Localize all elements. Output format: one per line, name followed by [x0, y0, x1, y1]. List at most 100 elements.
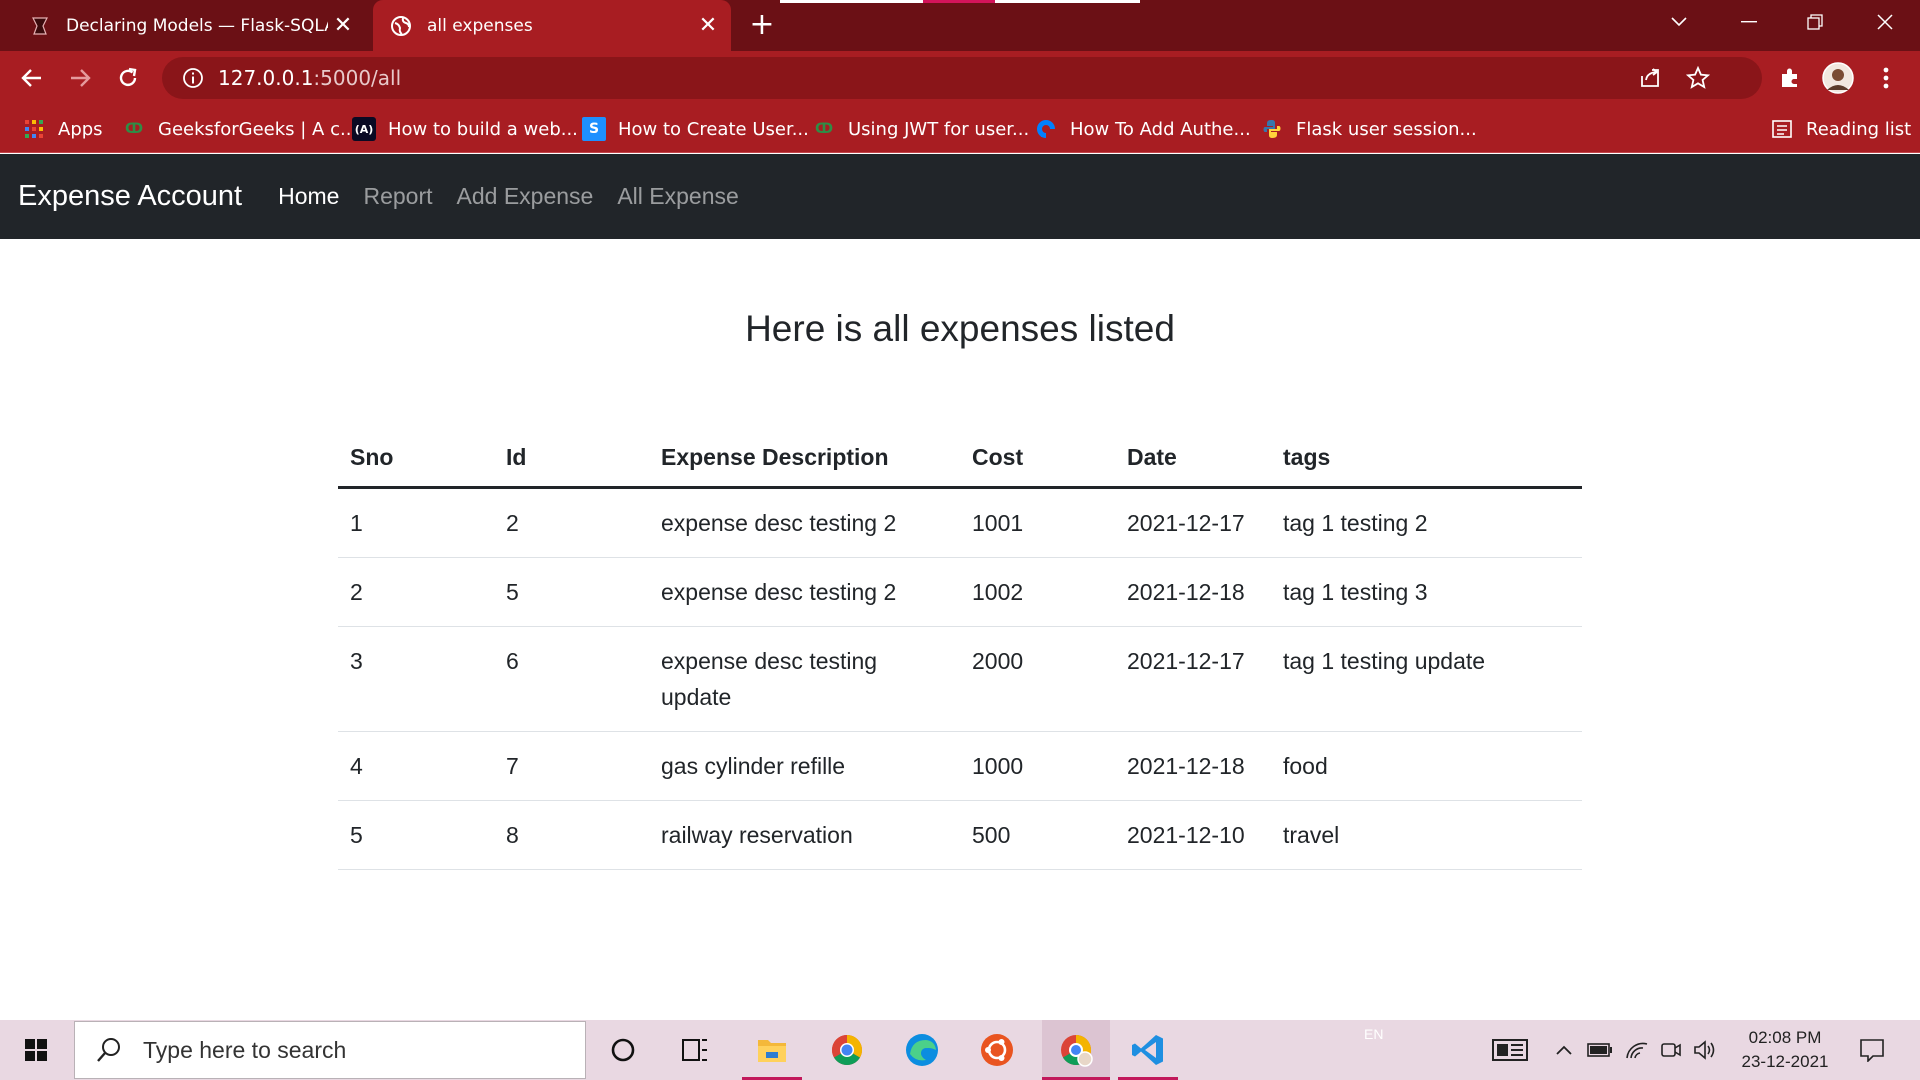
bookmark-geeksforgeeks[interactable]: ↀ GeeksforGeeks | A c...: [122, 105, 357, 153]
reading-list-icon: [1770, 117, 1794, 141]
share-icon[interactable]: [1638, 66, 1662, 94]
column-header-sno: Sno: [338, 430, 494, 489]
address-bar[interactable]: 127.0.0.1:5000/all: [162, 57, 1762, 99]
nav-link-home[interactable]: Home: [278, 183, 339, 210]
cell-id: 5: [494, 557, 649, 627]
cell-description: expense desc testing update: [649, 626, 960, 732]
volume-icon[interactable]: [1690, 1020, 1720, 1080]
reload-icon[interactable]: [109, 59, 147, 97]
browser-tab-active[interactable]: all expenses ✕: [373, 0, 731, 51]
site-info-icon[interactable]: [180, 65, 206, 91]
edge-icon[interactable]: [892, 1020, 952, 1080]
browser-tab-inactive[interactable]: Declaring Models — Flask-SQLAlchemy ✕: [0, 0, 366, 51]
cell-id: 2: [494, 487, 649, 558]
notification-center-icon[interactable]: [1852, 1020, 1892, 1080]
search-icon: [97, 1038, 120, 1062]
tab-title: all expenses: [427, 15, 533, 36]
browser-menu-icon[interactable]: [1867, 59, 1905, 97]
wifi-icon[interactable]: [1622, 1020, 1652, 1080]
bookmark-jwt[interactable]: ↀ Using JWT for user...: [812, 105, 1029, 153]
cell-tags: food: [1271, 731, 1582, 801]
navbar-brand[interactable]: Expense Account: [18, 180, 242, 213]
cell-description: expense desc testing 2: [649, 557, 960, 627]
bookmark-add-auth[interactable]: How To Add Authe...: [1034, 105, 1251, 153]
cell-cost: 500: [960, 800, 1115, 870]
bookmark-apps[interactable]: Apps: [22, 105, 103, 153]
cell-date: 2021-12-18: [1115, 731, 1271, 801]
task-view-icon[interactable]: [665, 1020, 725, 1080]
column-header-id: Id: [494, 430, 649, 489]
search-placeholder: Type here to search: [143, 1036, 347, 1063]
restore-icon[interactable]: [1787, 0, 1843, 44]
column-header-date: Date: [1115, 430, 1271, 489]
vscode-icon[interactable]: [1118, 1020, 1178, 1080]
close-tab-icon[interactable]: ✕: [328, 13, 358, 38]
cell-cost: 1000: [960, 731, 1115, 801]
cell-date: 2021-12-10: [1115, 800, 1271, 870]
column-header-tags: tags: [1271, 430, 1582, 489]
extensions-puzzle-icon[interactable]: [1771, 59, 1809, 97]
cell-sno: 4: [338, 731, 494, 801]
browser-tab-strip: Declaring Models — Flask-SQLAlchemy ✕ al…: [0, 0, 1920, 51]
bookmark-label: Flask user session...: [1296, 118, 1477, 140]
taskbar-search-input[interactable]: Type here to search: [74, 1021, 586, 1079]
reading-list-label: Reading list: [1806, 118, 1912, 140]
bookmark-create-user[interactable]: S How to Create User...: [582, 105, 809, 153]
bookmark-label: How to Create User...: [618, 118, 809, 140]
browser-toolbar: 127.0.0.1:5000/all: [0, 51, 1920, 105]
new-tab-button[interactable]: +: [745, 8, 779, 42]
cell-sno: 2: [338, 557, 494, 627]
ubuntu-icon[interactable]: [967, 1020, 1027, 1080]
globe-icon: [389, 14, 413, 38]
minimize-icon[interactable]: [1721, 0, 1777, 44]
reading-list-button[interactable]: Reading list: [1770, 105, 1911, 153]
chrome-icon[interactable]: [817, 1020, 877, 1080]
gfg-icon: ↀ: [814, 121, 834, 137]
bookmarks-bar: Apps ↀ GeeksforGeeks | A c... (A) How to…: [0, 105, 1920, 153]
cell-tags: tag 1 testing 2: [1271, 487, 1582, 558]
news-widget-icon[interactable]: [1488, 1020, 1532, 1080]
table-row: 4 7 gas cylinder refille 1000 2021-12-18…: [338, 731, 1582, 801]
page-title: Here is all expenses listed: [745, 308, 1175, 349]
bookmark-label: Apps: [58, 118, 103, 140]
apps-grid-icon: [22, 117, 46, 141]
dev-icon: (A): [352, 117, 376, 141]
tab-search-icon[interactable]: [1651, 0, 1707, 44]
s-icon: S: [582, 117, 606, 141]
site-navbar: Expense Account Home Report Add Expense …: [0, 154, 1920, 239]
windows-taskbar: Type here to search EN 02:08 PM 23-12-20…: [0, 1020, 1920, 1080]
bookmark-flask-session[interactable]: Flask user session...: [1260, 105, 1477, 153]
close-window-icon[interactable]: [1857, 0, 1913, 44]
cell-description: railway reservation: [649, 800, 960, 870]
windows-start-icon[interactable]: [0, 1020, 72, 1080]
tab-strip-highlight: [923, 0, 995, 3]
tab-strip-highlight: [995, 0, 1140, 3]
taskbar-clock[interactable]: 02:08 PM 23-12-2021: [1730, 1026, 1840, 1074]
nav-link-report[interactable]: Report: [363, 183, 432, 210]
cell-description: gas cylinder refille: [649, 731, 960, 801]
cell-cost: 1001: [960, 487, 1115, 558]
cell-cost: 2000: [960, 626, 1115, 732]
cell-tags: tag 1 testing update: [1271, 626, 1582, 732]
nav-link-all-expense[interactable]: All Expense: [617, 183, 738, 210]
tab-strip-highlight: [780, 0, 923, 3]
chevron-up-icon[interactable]: [1550, 1020, 1578, 1080]
webcam-icon[interactable]: [1656, 1020, 1686, 1080]
cell-id: 8: [494, 800, 649, 870]
chrome-profile-icon[interactable]: [1042, 1020, 1110, 1080]
cell-tags: travel: [1271, 800, 1582, 870]
cell-id: 7: [494, 731, 649, 801]
bookmark-star-icon[interactable]: [1685, 65, 1711, 94]
bookmark-label: How To Add Authe...: [1070, 118, 1251, 140]
file-explorer-icon[interactable]: [742, 1020, 802, 1080]
close-tab-icon[interactable]: ✕: [693, 13, 723, 38]
tab-title: Declaring Models — Flask-SQLAlchemy: [66, 15, 328, 36]
battery-icon[interactable]: [1584, 1020, 1616, 1080]
forward-arrow-icon[interactable]: [61, 59, 99, 97]
profile-avatar[interactable]: [1819, 59, 1857, 97]
nav-link-add-expense[interactable]: Add Expense: [457, 183, 594, 210]
back-arrow-icon[interactable]: [13, 59, 51, 97]
bookmark-build-web[interactable]: (A) How to build a web...: [352, 105, 578, 153]
python-icon: [1260, 117, 1284, 141]
cortana-icon[interactable]: [593, 1020, 653, 1080]
